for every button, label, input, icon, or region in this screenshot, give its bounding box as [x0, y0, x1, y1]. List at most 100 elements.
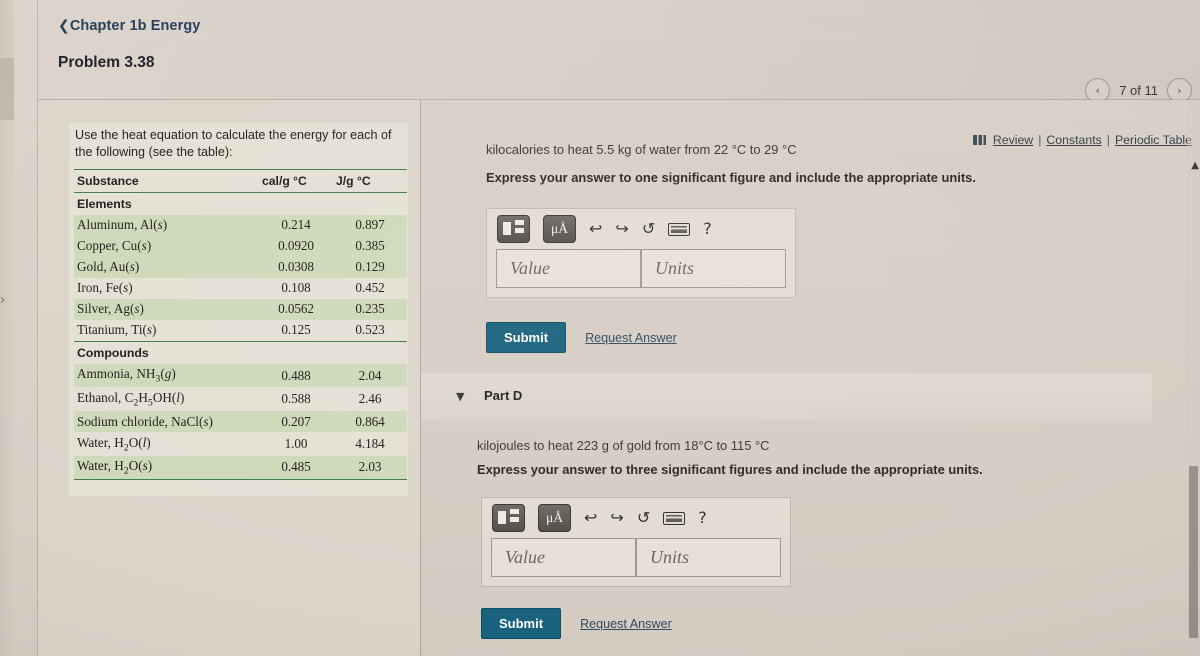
cell-cal: 0.108 [281, 280, 311, 296]
column-header-cal: cal/g °C [259, 168, 333, 193]
table-row: Titanium, Ti(s) 0.125 0.523 [74, 320, 407, 342]
cell-cal: 0.125 [281, 322, 311, 338]
reset-icon[interactable]: ↺ [637, 510, 650, 526]
cell-substance: Titanium, Ti(s) [77, 322, 157, 338]
cell-joule: 0.385 [333, 235, 407, 257]
cell-substance: Water, H2O(s) [74, 455, 259, 481]
part-c-submit-button[interactable]: Submit [486, 322, 567, 353]
sidebar-expand-chevron-icon[interactable]: › [0, 293, 5, 308]
textbook-intro-text: Use the heat equation to calculate the e… [75, 128, 392, 160]
help-icon[interactable]: ? [698, 510, 707, 526]
cell-joule: 4.184 [355, 435, 385, 451]
table-row: Sodium chloride, NaCl(s) 0.207 0.864 [74, 411, 407, 433]
table-row: Ammonia, NH3(g) 0.488 2.04 [74, 363, 407, 388]
cell-joule: 0.864 [333, 411, 407, 433]
part-d-units-input[interactable]: Units [636, 538, 781, 577]
cell-cal: 0.0308 [259, 256, 333, 278]
cell-cal: 0.0562 [259, 298, 333, 320]
cell-cal: 1.00 [284, 435, 308, 451]
answer-template-icon[interactable] [492, 504, 525, 532]
table-group-header-compounds: Compounds [74, 340, 407, 364]
cell-substance: Silver, Ag(s) [74, 298, 259, 320]
table-row: Iron, Fe(s) 0.108 0.452 [74, 278, 407, 299]
cell-joule: 0.129 [333, 256, 407, 278]
book-icon [972, 135, 986, 145]
table-header-row: Substance cal/g °C J/g °C [74, 168, 407, 193]
undo-icon[interactable]: ↩ [589, 221, 602, 237]
periodic-table-link[interactable]: Periodic Table [1115, 133, 1192, 147]
window-left-edge-block [0, 58, 14, 120]
specific-heat-table: Substance cal/g °C J/g °C Elements Alumi… [74, 168, 407, 481]
part-c-question: kilocalories to heat 5.5 kg of water fro… [486, 142, 797, 157]
units-icon[interactable]: μÅ [538, 504, 571, 532]
group-label: Compounds [74, 340, 407, 364]
column-header-joule: J/g °C [333, 168, 407, 193]
part-d-instruction: Express your answer to three significant… [477, 462, 983, 477]
answer-template-icon[interactable] [497, 215, 530, 243]
undo-icon[interactable]: ↩ [584, 510, 597, 526]
cell-substance: Water, H2O(l) [77, 434, 151, 454]
cell-joule: 0.523 [355, 322, 385, 338]
cell-substance: Ammonia, NH3(g) [74, 363, 259, 388]
table-row: Aluminum, Al(s) 0.214 0.897 [74, 214, 407, 236]
column-header-substance: Substance [74, 168, 259, 193]
page-title: Problem 3.38 [58, 54, 155, 71]
table-row: Silver, Ag(s) 0.0562 0.235 [74, 298, 407, 320]
review-link[interactable]: Review [993, 133, 1033, 147]
part-d-answer-box: μÅ ↩ ↪ ↺ ? Value Units [481, 497, 791, 587]
part-d-collapse-caret-icon[interactable]: ▼ [456, 390, 464, 403]
part-d-question: kilojoules to heat 223 g of gold from 18… [477, 438, 770, 453]
scroll-up-arrow-icon[interactable]: ▲ [1191, 160, 1199, 171]
cell-cal: 0.214 [259, 214, 333, 236]
part-d-header-band[interactable] [421, 373, 1152, 421]
part-c-instruction: Express your answer to one significant f… [486, 170, 976, 185]
cell-substance: Ethanol, C2H5OH(l) [77, 389, 185, 409]
table-row: Water, H2O(s) 0.485 2.03 [74, 455, 407, 481]
constants-link[interactable]: Constants [1046, 133, 1101, 147]
keyboard-icon[interactable] [663, 511, 686, 525]
cell-substance: Copper, Cu(s) [74, 235, 259, 257]
cell-cal: 0.0920 [259, 235, 333, 257]
cell-cal: 0.485 [259, 455, 333, 481]
part-c-value-input[interactable]: Value [496, 249, 641, 288]
part-c-submit-row: Submit Request Answer [486, 322, 677, 353]
chevron-left-icon: ❮ [58, 18, 70, 34]
part-d-request-answer-link[interactable]: Request Answer [580, 617, 672, 631]
part-d-submit-button[interactable]: Submit [481, 608, 562, 639]
screen-photo: › ❮Chapter 1b Energy Problem 3.38 ‹ 7 of… [0, 0, 1200, 656]
cell-joule: 0.235 [333, 298, 407, 320]
part-d-answer-toolbar: μÅ ↩ ↪ ↺ ? [482, 498, 790, 538]
redo-icon[interactable]: ↪ [610, 510, 623, 526]
cell-joule: 0.897 [333, 214, 407, 236]
part-d-submit-row: Submit Request Answer [481, 608, 672, 639]
table-row: Ethanol, C2H5OH(l) 0.588 2.46 [74, 387, 407, 411]
link-separator: | [1038, 133, 1042, 147]
units-icon[interactable]: μÅ [543, 215, 576, 243]
table-row: Copper, Cu(s) 0.0920 0.385 [74, 235, 407, 257]
cell-substance: Gold, Au(s) [74, 256, 259, 278]
cell-cal: 0.588 [281, 391, 311, 407]
link-separator: | [1106, 133, 1110, 147]
table-group-header-elements: Elements [74, 192, 407, 215]
part-c-request-answer-link[interactable]: Request Answer [585, 331, 677, 345]
part-c-answer-box: μÅ ↩ ↪ ↺ ? Value Units [486, 208, 796, 298]
cell-substance: Aluminum, Al(s) [74, 214, 259, 236]
group-label: Elements [74, 192, 407, 215]
redo-icon[interactable]: ↪ [615, 221, 628, 237]
breadcrumb-label: Chapter 1b Energy [69, 18, 201, 34]
vertical-scrollbar-thumb[interactable] [1189, 466, 1198, 638]
keyboard-icon[interactable] [668, 222, 691, 236]
help-icon[interactable]: ? [703, 221, 712, 237]
cell-substance: Sodium chloride, NaCl(s) [74, 411, 259, 433]
breadcrumb[interactable]: ❮Chapter 1b Energy [58, 18, 200, 34]
cell-cal: 0.207 [259, 411, 333, 433]
part-d-label: Part D [484, 388, 523, 403]
textbook-figure: Use the heat equation to calculate the e… [69, 123, 408, 497]
part-c-units-input[interactable]: Units [641, 249, 786, 288]
cell-joule: 2.04 [333, 363, 407, 388]
reset-icon[interactable]: ↺ [642, 221, 655, 237]
table-row: Water, H2O(l) 1.00 4.184 [74, 432, 407, 456]
part-d-value-input[interactable]: Value [491, 538, 636, 577]
tool-links: Review | Constants | Periodic Table [972, 133, 1192, 147]
table-row: Gold, Au(s) 0.0308 0.129 [74, 256, 407, 278]
